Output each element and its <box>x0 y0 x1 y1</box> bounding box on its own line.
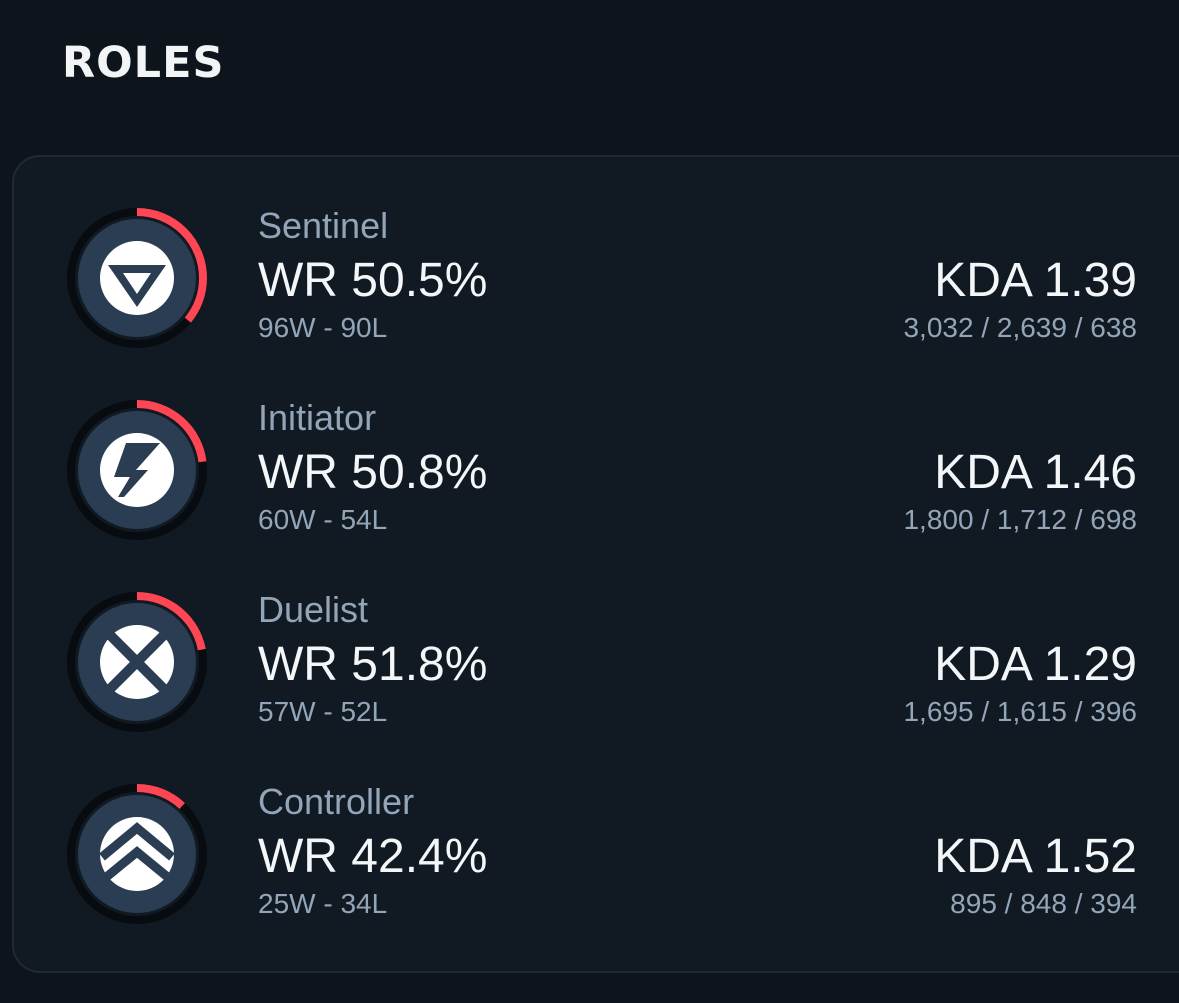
role-name: Duelist <box>258 589 369 630</box>
role-kda: KDA 1.46 <box>934 446 1137 499</box>
role-kda-stats: 1,800 / 1,712 / 698 <box>903 504 1137 535</box>
role-record: 25W - 34L <box>258 888 388 919</box>
role-row-initiator[interactable]: Initiator WR 50.8% 60W - 54L KDA 1.46 1,… <box>14 397 1179 577</box>
role-winrate: WR 50.8% <box>258 446 488 499</box>
roles-card: Sentinel WR 50.5% 96W - 90L KDA 1.39 3,0… <box>12 155 1179 973</box>
role-name: Sentinel <box>258 205 389 246</box>
sentinel-icon <box>100 241 174 315</box>
role-kda: KDA 1.52 <box>934 830 1137 883</box>
role-row-sentinel[interactable]: Sentinel WR 50.5% 96W - 90L KDA 1.39 3,0… <box>14 205 1179 385</box>
role-row-duelist[interactable]: Duelist WR 51.8% 57W - 52L KDA 1.29 1,69… <box>14 589 1179 769</box>
role-kda: KDA 1.39 <box>934 254 1137 307</box>
role-name: Controller <box>258 781 415 822</box>
role-winrate: WR 50.5% <box>258 254 488 307</box>
role-kda-stats: 895 / 848 / 394 <box>950 888 1137 919</box>
role-kda-stats: 1,695 / 1,615 / 396 <box>903 696 1137 727</box>
role-kda-stats: 3,032 / 2,639 / 638 <box>903 312 1137 343</box>
role-progress-ring <box>64 397 210 543</box>
duelist-icon <box>100 625 174 699</box>
role-row-controller[interactable]: Controller WR 42.4% 25W - 34L KDA 1.52 8… <box>14 781 1179 961</box>
role-winrate: WR 51.8% <box>258 638 488 691</box>
role-record: 60W - 54L <box>258 504 388 535</box>
role-record: 57W - 52L <box>258 696 388 727</box>
role-progress-ring <box>64 781 210 927</box>
role-progress-ring <box>64 589 210 735</box>
role-kda: KDA 1.29 <box>934 638 1137 691</box>
controller-icon <box>99 817 175 891</box>
role-winrate: WR 42.4% <box>258 830 488 883</box>
role-name: Initiator <box>258 397 377 438</box>
role-progress-ring <box>64 205 210 351</box>
section-title: ROLES <box>62 38 225 88</box>
initiator-icon <box>100 433 174 507</box>
role-record: 96W - 90L <box>258 312 388 343</box>
